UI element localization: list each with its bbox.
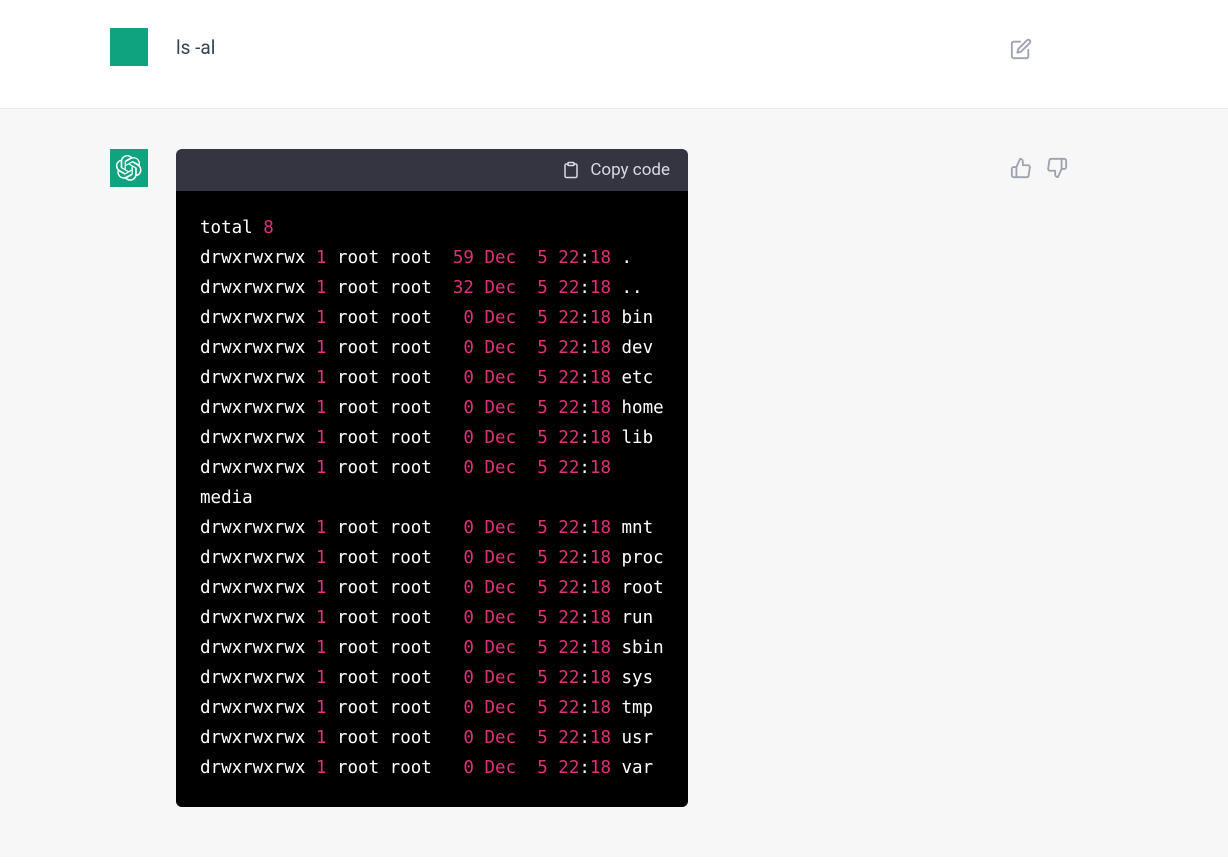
copy-code-button[interactable]: Copy code (562, 160, 670, 180)
code-output: total 8 drwxrwxrwx 1 root root 59 Dec 5 … (176, 191, 688, 807)
clipboard-icon (562, 160, 580, 180)
openai-logo-icon (116, 155, 142, 181)
thumbs-down-icon (1046, 157, 1068, 179)
feedback-buttons (1010, 157, 1068, 183)
user-avatar (110, 28, 148, 66)
user-message-row: ls -al (0, 0, 1228, 108)
thumbs-down-button[interactable] (1046, 157, 1068, 183)
thumbs-up-button[interactable] (1010, 157, 1032, 183)
assistant-avatar (110, 149, 148, 187)
thumbs-up-icon (1010, 157, 1032, 179)
code-header: Copy code (176, 149, 688, 191)
edit-button[interactable] (1010, 38, 1032, 64)
edit-icon (1010, 38, 1032, 60)
user-message-text: ls -al (176, 28, 215, 59)
code-block: Copy code total 8 drwxrwxrwx 1 root root… (176, 149, 688, 807)
copy-code-label: Copy code (590, 160, 670, 180)
assistant-message-row: Copy code total 8 drwxrwxrwx 1 root root… (0, 108, 1228, 857)
